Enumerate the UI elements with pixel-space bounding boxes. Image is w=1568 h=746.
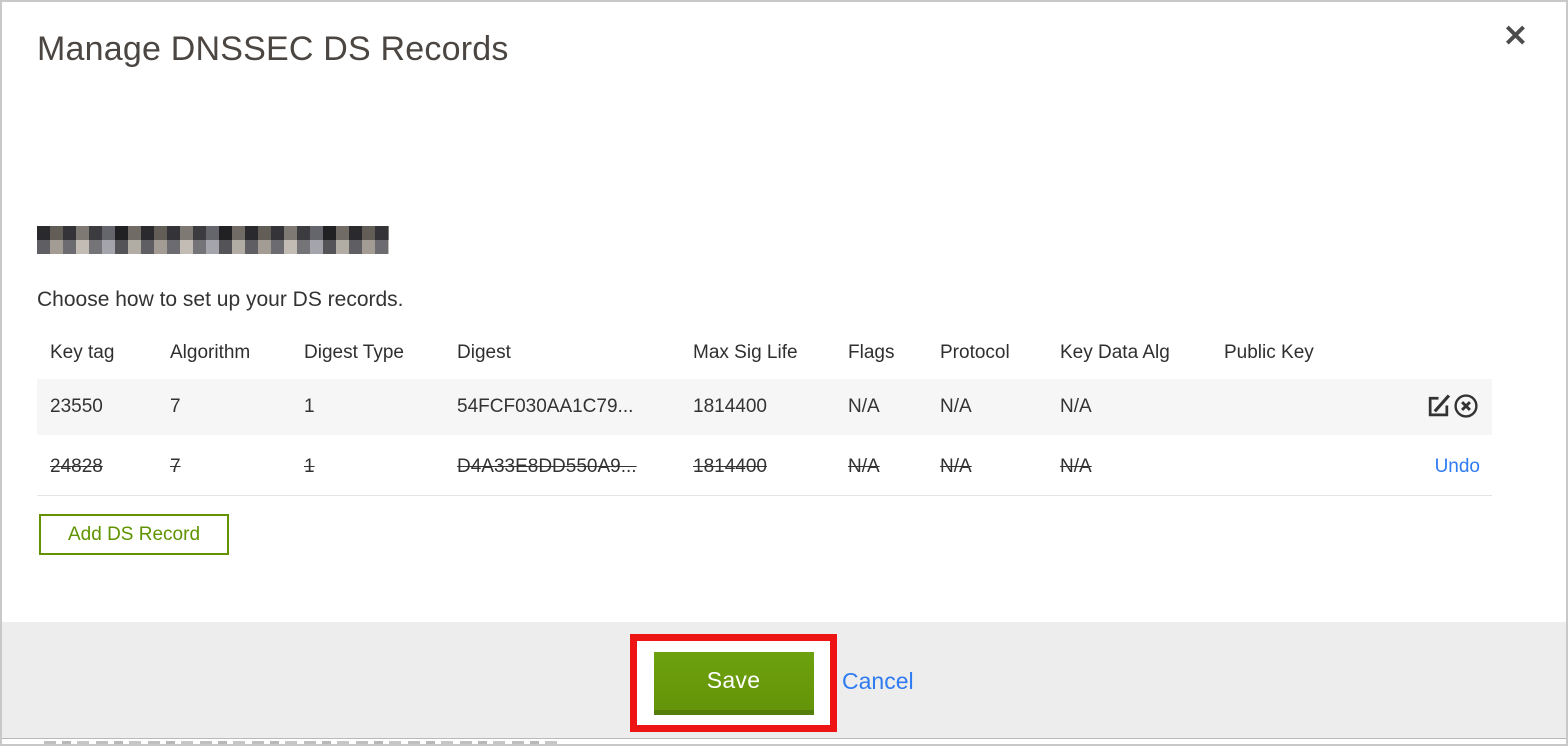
close-icon[interactable]: ✕ bbox=[1499, 18, 1532, 56]
cancel-link[interactable]: Cancel bbox=[842, 668, 914, 695]
cell-protocol: N/A bbox=[940, 435, 1060, 496]
table-row-marked-for-deletion: 24828 7 1 D4A33E8DD550A9... 1814400 N/A … bbox=[37, 435, 1492, 496]
col-header-digest-type: Digest Type bbox=[304, 341, 404, 363]
cell-key-data-alg: N/A bbox=[1060, 375, 1224, 435]
cell-key-tag: 24828 bbox=[37, 435, 170, 496]
cell-algorithm: 7 bbox=[170, 375, 304, 435]
cell-flags: N/A bbox=[848, 375, 940, 435]
col-header-digest: Digest bbox=[457, 341, 511, 363]
col-header-algorithm: Algorithm bbox=[170, 341, 251, 363]
dnssec-modal: Manage DNSSEC DS Records ✕ Choose how to… bbox=[0, 0, 1568, 746]
edit-icon bbox=[1426, 393, 1451, 421]
annotation-highlight-box: Save bbox=[630, 634, 837, 732]
cell-protocol: N/A bbox=[940, 375, 1060, 435]
edit-record-button[interactable] bbox=[1425, 393, 1452, 421]
redacted-domain-name bbox=[37, 226, 389, 254]
cell-key-tag: 23550 bbox=[37, 375, 170, 435]
clipped-background-text bbox=[44, 741, 564, 744]
cell-digest-type: 1 bbox=[304, 435, 457, 496]
cell-digest: D4A33E8DD550A9... bbox=[457, 435, 693, 496]
col-header-public-key: Public Key bbox=[1224, 341, 1314, 363]
col-header-flags: Flags bbox=[848, 341, 895, 363]
cell-flags: N/A bbox=[848, 435, 940, 496]
col-header-protocol: Protocol bbox=[940, 341, 1010, 363]
table-row: 23550 7 1 54FCF030AA1C79... 1814400 N/A … bbox=[37, 375, 1492, 435]
cell-max-sig-life: 1814400 bbox=[693, 435, 848, 496]
cell-digest: 54FCF030AA1C79... bbox=[457, 375, 693, 435]
col-header-max-sig-life: Max Sig Life bbox=[693, 341, 798, 363]
col-header-key-tag: Key tag bbox=[50, 341, 115, 363]
cell-key-data-alg: N/A bbox=[1060, 435, 1224, 496]
row-actions bbox=[1404, 375, 1492, 435]
ds-records-table: Key tag Algorithm Digest Type Digest Max… bbox=[37, 330, 1492, 496]
delete-record-button[interactable] bbox=[1452, 393, 1480, 422]
col-header-actions bbox=[1404, 330, 1492, 375]
instruction-text: Choose how to set up your DS records. bbox=[37, 288, 404, 311]
cell-public-key bbox=[1224, 375, 1404, 435]
table-header-row: Key tag Algorithm Digest Type Digest Max… bbox=[37, 330, 1492, 375]
cell-max-sig-life: 1814400 bbox=[693, 375, 848, 435]
row-actions: Undo bbox=[1404, 435, 1492, 496]
undo-link[interactable]: Undo bbox=[1435, 456, 1480, 477]
cell-public-key bbox=[1224, 435, 1404, 496]
save-button[interactable]: Save bbox=[653, 651, 814, 715]
page-title: Manage DNSSEC DS Records bbox=[37, 30, 509, 68]
add-ds-record-button[interactable]: Add DS Record bbox=[39, 514, 230, 555]
delete-icon bbox=[1453, 393, 1479, 422]
col-header-key-data-alg: Key Data Alg bbox=[1060, 341, 1170, 363]
cell-algorithm: 7 bbox=[170, 435, 304, 496]
cell-digest-type: 1 bbox=[304, 375, 457, 435]
modal-footer: Save Cancel bbox=[2, 622, 1566, 739]
